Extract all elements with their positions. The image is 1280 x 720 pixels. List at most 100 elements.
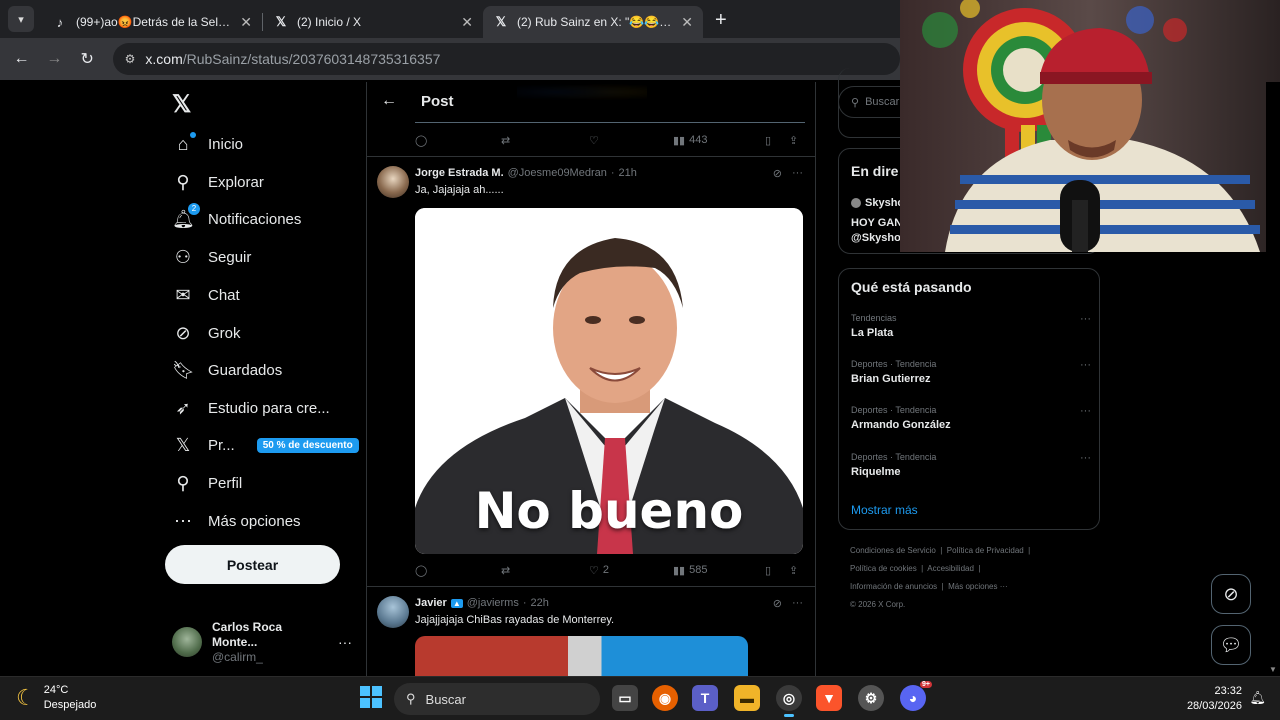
trend-item[interactable]: Deportes · Tendencia Brian Gutierrez ··· (851, 359, 1091, 385)
forward-button[interactable]: → (41, 45, 68, 73)
nav-grok[interactable]: ⊘ Grok (172, 319, 240, 347)
file-explorer-icon[interactable]: ▬ (734, 685, 760, 711)
footer-link-privacy[interactable]: Política de Privacidad (947, 546, 1024, 555)
close-icon[interactable]: ✕ (461, 14, 473, 31)
windows-start-button[interactable] (360, 686, 382, 708)
share-button[interactable]: ⇪ (789, 564, 798, 577)
chrome-icon[interactable]: ◎ (776, 685, 802, 717)
more-icon[interactable]: ··· (1080, 405, 1091, 417)
post-button[interactable]: Postear (165, 545, 340, 584)
grok-floating-button[interactable]: ⊘ (1211, 574, 1251, 614)
footer-link-terms[interactable]: Condiciones de Servicio (850, 546, 936, 555)
footer-link-more[interactable]: Más opciones ··· (948, 582, 1008, 591)
more-icon[interactable]: ··· (1080, 452, 1091, 464)
footer-link-cookies[interactable]: Política de cookies (850, 564, 917, 573)
tweet-time[interactable]: 22h (531, 597, 549, 609)
back-arrow-icon[interactable]: ← (381, 92, 397, 110)
trend-item[interactable]: Deportes · Tendencia Riquelme ··· (851, 452, 1091, 478)
trend-meta: Tendencias (851, 313, 897, 323)
account-switcher[interactable]: Carlos Roca Monte... @calirm_ ··· (172, 620, 352, 664)
tweet-javier[interactable]: Javier ▲ @javierms · 22h ⊘ ··· Jajajjaja… (367, 586, 815, 676)
messages-floating-button[interactable]: 💬︎ (1211, 625, 1251, 665)
back-button[interactable]: ← (8, 45, 35, 73)
grok-icon[interactable]: ⊘ (773, 167, 782, 180)
notification-icon[interactable]: 🔔︎ (1249, 690, 1266, 706)
page-scrollbar[interactable]: ▼ (1266, 82, 1280, 676)
more-circle-icon: ⋯ (174, 510, 192, 531)
repost-button[interactable]: ⇄ (501, 564, 589, 577)
tab-search-button[interactable]: ▾ (8, 6, 34, 32)
reload-button[interactable]: ↻ (74, 45, 101, 73)
nav-notificaciones[interactable]: 🔔︎ 2 Notificaciones (172, 202, 301, 233)
show-more-link[interactable]: Mostrar más (851, 503, 918, 517)
more-icon[interactable]: ··· (1080, 313, 1091, 325)
author-handle[interactable]: @Joesme09Medran (508, 167, 607, 179)
rocket-icon: ➶ (175, 397, 191, 418)
avatar[interactable] (377, 166, 409, 198)
system-clock[interactable]: 23:32 28/03/2026 (1187, 684, 1242, 714)
tweet-text: Ja, Jajajaja ah...... (415, 184, 504, 196)
brave-icon[interactable]: ▼ (816, 685, 842, 711)
scroll-down-arrow-icon[interactable]: ▼ (1269, 665, 1277, 674)
copyright: © 2026 X Corp. (850, 600, 906, 609)
avatar[interactable] (377, 596, 409, 628)
like-button[interactable]: ♡ 2 (589, 564, 673, 577)
taskbar-search[interactable]: ⚲ Buscar (394, 683, 600, 715)
nav-seguir[interactable]: ⚇ Seguir (172, 243, 251, 271)
nav-premium[interactable]: 𝕏 Pr... 50 % de descuento (172, 431, 359, 459)
webcam-overlay (900, 0, 1280, 252)
author-name[interactable]: Jorge Estrada M. (415, 167, 504, 179)
grok-icon[interactable]: ⊘ (773, 597, 782, 610)
close-icon[interactable]: ✕ (681, 14, 693, 31)
reply-button[interactable]: ◯ (415, 564, 501, 577)
trend-item[interactable]: Tendencias La Plata ··· (851, 313, 1091, 339)
task-view-icon[interactable]: ▭ (612, 685, 638, 711)
mail-icon: ✉ (175, 284, 191, 305)
site-info-icon[interactable]: ⚙ (125, 52, 136, 66)
firefox-icon[interactable]: ◉ (652, 685, 678, 711)
nav-estudio[interactable]: ➶ Estudio para cre... (172, 394, 329, 422)
x-icon: 𝕏 (175, 434, 191, 455)
app-icon[interactable]: ⚙ (858, 685, 884, 711)
browser-tab-3[interactable]: 𝕏 (2) Rub Sainz en X: "😂😂😂😂 ✕ (483, 6, 703, 38)
nav-perfil[interactable]: ⚲ Perfil (172, 469, 242, 497)
nav-explorar[interactable]: ⚲ Explorar (172, 168, 263, 196)
nav-guardados[interactable]: 🔖︎ Guardados (172, 356, 282, 384)
close-icon[interactable]: ✕ (240, 14, 252, 31)
footer-link-ads-info[interactable]: Información de anuncios (850, 582, 937, 591)
x-logo-icon[interactable]: 𝕏 (172, 90, 191, 119)
notification-badge: 2 (188, 202, 200, 215)
discord-icon[interactable]: ◕ 9+ (900, 681, 932, 711)
person-icon: ⚲ (176, 472, 190, 493)
new-tab-button[interactable]: + (715, 9, 727, 32)
teams-icon[interactable]: T (692, 685, 718, 711)
tweet-time[interactable]: 21h (619, 167, 637, 179)
tweet-image[interactable]: No bueno (415, 208, 803, 554)
nav-mas-opciones[interactable]: ⋯ Más opciones (172, 507, 301, 535)
tweet-jorge-estrada[interactable]: Jorge Estrada M. @Joesme09Medran · 21h ⊘… (367, 156, 815, 586)
more-icon[interactable]: ··· (1080, 359, 1091, 371)
more-icon[interactable]: ··· (792, 597, 803, 610)
browser-tab-2[interactable]: 𝕏 (2) Inicio / X ✕ (263, 6, 483, 38)
trend-item[interactable]: Deportes · Tendencia Armando González ··… (851, 405, 1091, 431)
browser-tab-1[interactable]: ♪ (99+)ao😡Detrás de la Selección ✕ (42, 6, 262, 38)
footer-link-accessibility[interactable]: Accesibilidad (927, 564, 974, 573)
more-icon[interactable]: ··· (792, 167, 803, 180)
bookmark-button[interactable]: ▯ (765, 564, 789, 577)
reply-button[interactable]: ◯ (415, 134, 501, 147)
repost-button[interactable]: ⇄ (501, 134, 589, 147)
author-name[interactable]: Javier (415, 597, 447, 609)
nav-inicio[interactable]: ⌂ Inicio (172, 130, 243, 158)
share-button[interactable]: ⇪ (789, 134, 798, 147)
like-button[interactable]: ♡ (589, 134, 673, 147)
repost-icon: ⇄ (501, 564, 511, 577)
views-button[interactable]: ▮▮ 443 (673, 134, 765, 147)
more-icon[interactable]: ··· (338, 634, 352, 650)
bookmark-button[interactable]: ▯ (765, 134, 789, 147)
address-bar[interactable]: ⚙ x.com/RubSainz/status/2037603148735316… (112, 43, 901, 75)
nav-chat[interactable]: ✉ Chat (172, 281, 239, 309)
author-handle[interactable]: @javierms (467, 597, 519, 609)
weather-widget[interactable]: ☾ 24°C Despejado (16, 683, 96, 713)
views-button[interactable]: ▮▮ 585 (673, 564, 765, 577)
tweet-image[interactable] (415, 636, 748, 676)
